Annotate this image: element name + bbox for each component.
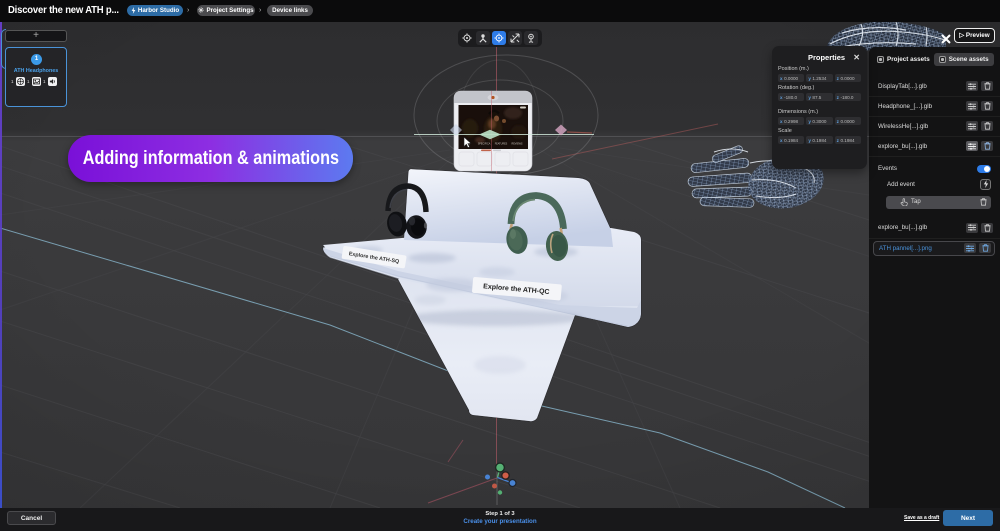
svg-text:FEATURES: FEATURES xyxy=(495,143,508,146)
svg-text:REVIEWS: REVIEWS xyxy=(511,143,522,146)
svg-text:SPECIFICA: SPECIFICA xyxy=(478,143,491,146)
